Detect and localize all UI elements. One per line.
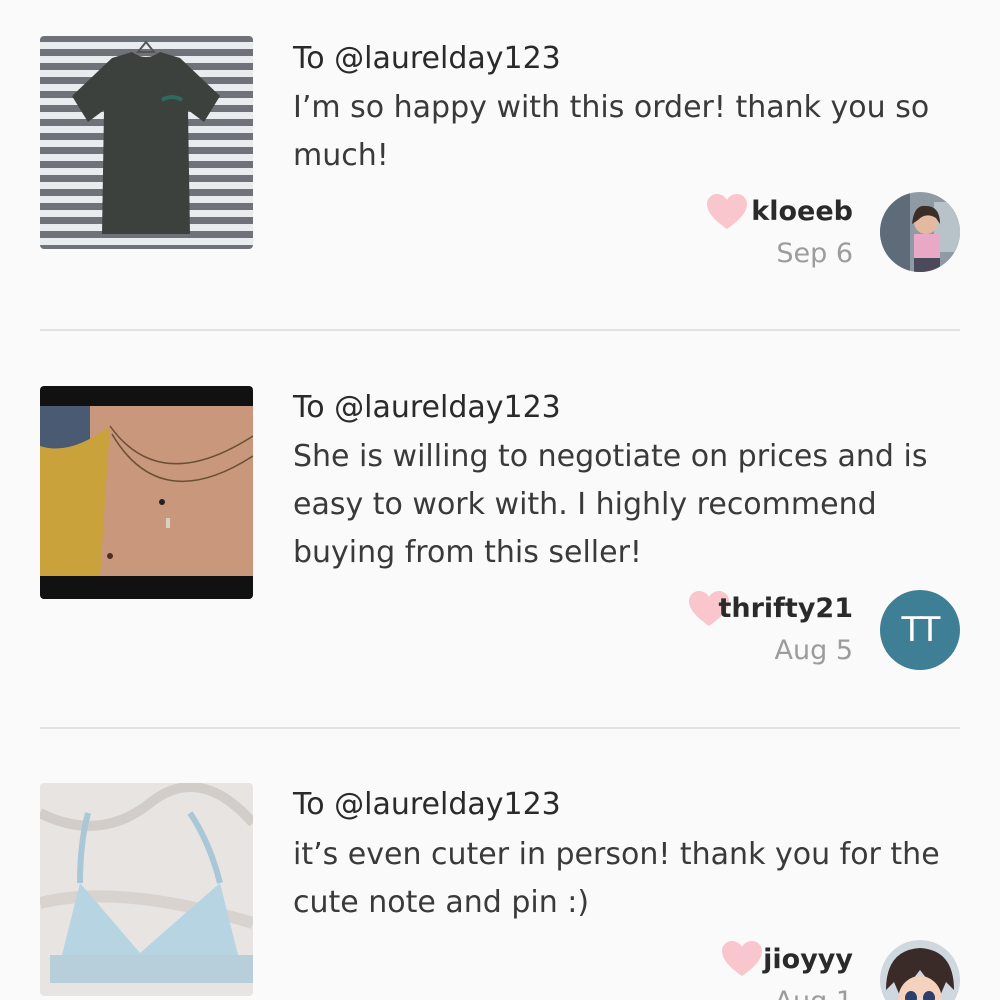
avatar[interactable] <box>880 940 960 1000</box>
avatar[interactable] <box>880 192 960 272</box>
review-meta: jioyyy Aug 1 <box>763 942 853 1000</box>
reviewer-name[interactable]: jioyyy <box>763 942 853 978</box>
heart-icon[interactable] <box>706 193 748 231</box>
review-recipient[interactable]: To @laurelday123 <box>293 40 561 78</box>
review-text: it’s even cuter in person! thank you for… <box>293 837 940 920</box>
divider <box>40 727 960 729</box>
review-date: Sep 6 <box>776 238 853 269</box>
review-date: Aug 5 <box>774 635 853 666</box>
review-text: I’m so happy with this order! thank you … <box>293 90 930 173</box>
review-meta: kloeeb Sep 6 <box>751 194 853 272</box>
review-image-bralette[interactable] <box>40 783 253 996</box>
review-recipient[interactable]: To @laurelday123 <box>293 389 561 427</box>
review-meta: thrifty21 Aug 5 <box>718 591 853 669</box>
review-text: She is willing to negotiate on prices an… <box>293 439 928 570</box>
divider <box>40 329 960 331</box>
reviewer-name[interactable]: kloeeb <box>751 194 853 230</box>
review-image-tshirt[interactable] <box>40 36 253 249</box>
review-date: Aug 1 <box>763 984 853 1000</box>
reviews-feed: To @laurelday123 I’m so happy with this … <box>0 0 1000 1000</box>
review-recipient[interactable]: To @laurelday123 <box>293 786 561 824</box>
review-image-necklace[interactable] <box>40 386 253 599</box>
avatar-initials[interactable]: TT <box>880 590 960 670</box>
reviewer-name[interactable]: thrifty21 <box>718 591 853 627</box>
heart-icon[interactable] <box>721 940 763 978</box>
